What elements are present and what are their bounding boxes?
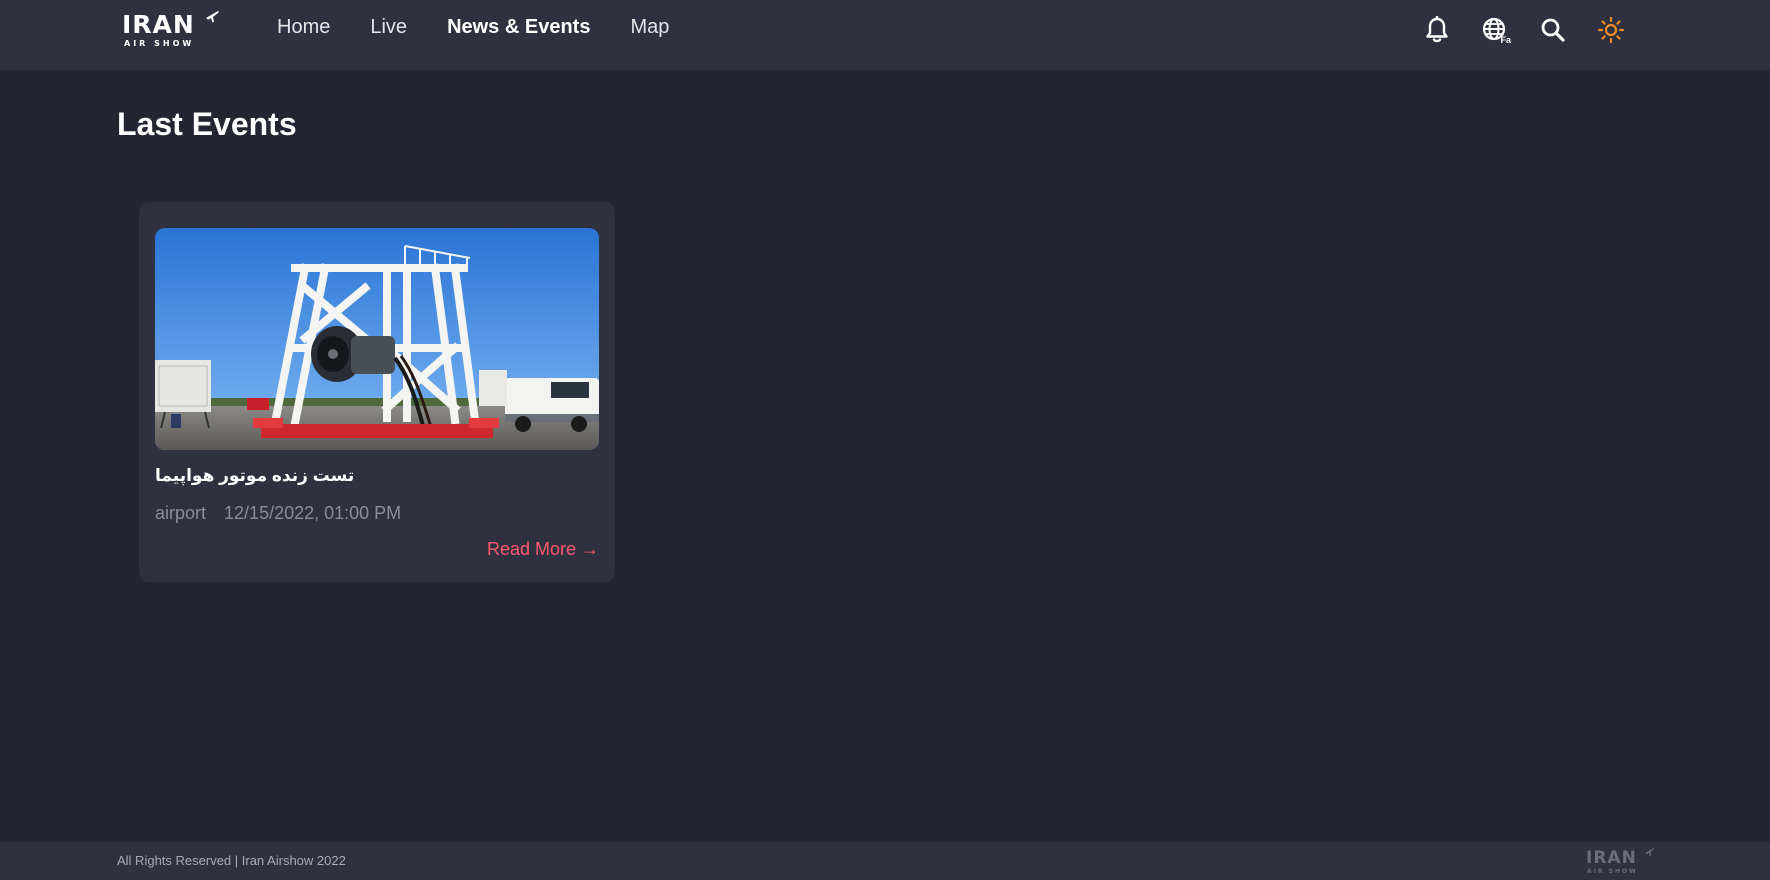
header-actions: Fa [1422, 15, 1626, 45]
footer-logo-tagline: AIR SHOW [1587, 868, 1638, 875]
event-image[interactable] [155, 228, 599, 450]
event-card[interactable]: تست زنده موتور هواپیما airport 12/15/202… [139, 202, 615, 582]
event-datetime: 12/15/2022, 01:00 PM [224, 503, 402, 523]
read-more-link[interactable]: Read More → [487, 537, 599, 561]
engine-test-photo [155, 228, 599, 450]
language-button[interactable]: Fa [1480, 15, 1511, 45]
site-logo[interactable]: IRAN AIR SHOW [122, 8, 222, 50]
footer-logo[interactable]: IRAN AIR SHOW [1586, 846, 1656, 876]
event-location: airport [155, 503, 207, 523]
nav-map[interactable]: Map [630, 14, 669, 40]
site-header: IRAN AIR SHOW Home Live News & Events Ma… [0, 0, 1770, 70]
logo-wordmark: IRAN [122, 10, 195, 39]
theme-toggle-button[interactable] [1596, 15, 1626, 45]
search-button[interactable] [1538, 15, 1568, 45]
nav-news-events[interactable]: News & Events [447, 14, 590, 40]
event-title[interactable]: تست زنده موتور هواپیما [155, 464, 599, 488]
plane-icon [206, 11, 219, 23]
sun-icon [1597, 16, 1625, 44]
nav-live[interactable]: Live [370, 14, 407, 40]
site-footer: All Rights Reserved | Iran Airshow 2022 … [0, 842, 1770, 880]
footer-logo-wordmark: IRAN [1586, 848, 1637, 868]
logo-tagline: AIR SHOW [124, 39, 195, 48]
bell-icon [1426, 16, 1448, 43]
plane-icon [1645, 848, 1655, 856]
event-meta: airport 12/15/2022, 01:00 PM [155, 501, 401, 525]
copyright-text: All Rights Reserved | Iran Airshow 2022 [117, 853, 346, 868]
page-title: Last Events [117, 106, 297, 142]
language-badge: Fa [1500, 35, 1511, 45]
notifications-button[interactable] [1422, 15, 1452, 45]
search-icon [1541, 18, 1565, 42]
nav-home[interactable]: Home [277, 14, 330, 40]
main-nav: Home Live News & Events Map [277, 14, 669, 40]
